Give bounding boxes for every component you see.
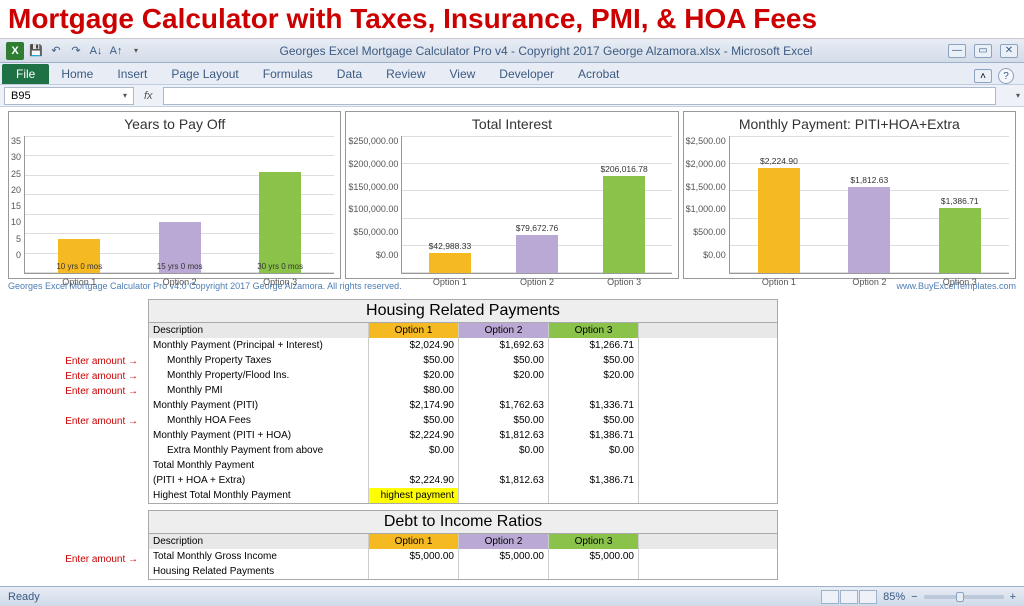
tab-review[interactable]: Review: [374, 64, 437, 84]
table-row[interactable]: Monthly Payment (Principal + Interest)$2…: [149, 338, 777, 353]
housing-payments-table: Housing Related Payments DescriptionOpti…: [148, 299, 778, 504]
table-title: Debt to Income Ratios: [149, 511, 777, 534]
zoom-in-button[interactable]: +: [1010, 591, 1016, 603]
status-bar: Ready 85% − +: [0, 586, 1024, 606]
page-layout-view-button[interactable]: [840, 590, 858, 604]
save-icon[interactable]: 💾: [28, 43, 44, 59]
enter-amount-hint: [38, 444, 138, 459]
enter-amount-hint: [38, 459, 138, 474]
enter-amount-hint: [38, 339, 138, 354]
zoom-out-button[interactable]: −: [911, 591, 917, 603]
enter-amount-hint: [38, 429, 138, 444]
fx-icon[interactable]: fx: [138, 90, 159, 102]
sort-desc-icon[interactable]: A↑: [108, 43, 124, 59]
table-row[interactable]: (PITI + HOA + Extra)$2,224.90$1,812.63$1…: [149, 473, 777, 488]
column-header: Option 3: [549, 534, 639, 549]
table-row[interactable]: Highest Total Monthly Paymenthighest pay…: [149, 488, 777, 503]
table-row[interactable]: Monthly Property Taxes$50.00$50.00$50.00: [149, 353, 777, 368]
table-row[interactable]: Housing Related Payments: [149, 564, 777, 579]
ribbon-tabs: File HomeInsertPage LayoutFormulasDataRe…: [0, 63, 1024, 85]
enter-amount-hint: Enter amount →: [38, 552, 138, 567]
formula-bar-row: B95▾ fx ▾: [0, 85, 1024, 107]
page-banner: Mortgage Calculator with Taxes, Insuranc…: [0, 0, 1024, 39]
sort-asc-icon[interactable]: A↓: [88, 43, 104, 59]
page-break-view-button[interactable]: [859, 590, 877, 604]
table-row[interactable]: Total Monthly Payment: [149, 458, 777, 473]
enter-amount-hint: Enter amount →: [38, 369, 138, 384]
chart-title: Years to Pay Off: [9, 112, 340, 136]
table-row[interactable]: Monthly Payment (PITI + HOA)$2,224.90$1,…: [149, 428, 777, 443]
column-header: Option 2: [459, 323, 549, 338]
file-tab[interactable]: File: [2, 64, 49, 84]
enter-amount-hint: [38, 489, 138, 504]
table-row[interactable]: Extra Monthly Payment from above$0.00$0.…: [149, 443, 777, 458]
status-ready: Ready: [8, 591, 40, 603]
formula-bar[interactable]: [163, 87, 996, 105]
enter-amount-hint: Enter amount →: [38, 384, 138, 399]
restore-button[interactable]: ▭: [974, 44, 992, 58]
enter-amount-hint: Enter amount →: [38, 354, 138, 369]
enter-amount-hint: Enter amount →: [38, 414, 138, 429]
redo-icon[interactable]: ↷: [68, 43, 84, 59]
enter-amount-hint: [38, 399, 138, 414]
chart-title: Total Interest: [346, 112, 677, 136]
enter-amount-hint: [38, 567, 138, 581]
qat-dropdown-icon[interactable]: ▾: [128, 43, 144, 59]
formula-expand-icon[interactable]: ▾: [1016, 91, 1020, 100]
excel-logo-icon: X: [6, 42, 24, 60]
column-header: Option 1: [369, 534, 459, 549]
debt-income-table: Debt to Income Ratios DescriptionOption …: [148, 510, 778, 580]
tab-developer[interactable]: Developer: [487, 64, 566, 84]
column-header: Description: [149, 323, 369, 338]
table-row[interactable]: Monthly Payment (PITI)$2,174.90$1,762.63…: [149, 398, 777, 413]
table-row[interactable]: Monthly Property/Flood Ins.$20.00$20.00$…: [149, 368, 777, 383]
column-header: Option 3: [549, 323, 639, 338]
worksheet-area[interactable]: Years to Pay Off3530252015105010 yrs 0 m…: [0, 107, 1024, 581]
tab-page-layout[interactable]: Page Layout: [159, 64, 250, 84]
table-row[interactable]: Monthly HOA Fees$50.00$50.00$50.00: [149, 413, 777, 428]
table-row[interactable]: Total Monthly Gross Income$5,000.00$5,00…: [149, 549, 777, 564]
undo-icon[interactable]: ↶: [48, 43, 64, 59]
zoom-slider[interactable]: [924, 595, 1004, 599]
minimize-button[interactable]: —: [948, 44, 966, 58]
tab-acrobat[interactable]: Acrobat: [566, 64, 631, 84]
zoom-level[interactable]: 85%: [883, 591, 905, 603]
ribbon-minimize-button[interactable]: ˄: [974, 69, 992, 83]
name-box[interactable]: B95▾: [4, 87, 134, 105]
chart: Years to Pay Off3530252015105010 yrs 0 m…: [8, 111, 341, 279]
tab-view[interactable]: View: [438, 64, 488, 84]
enter-amount-hint: [38, 474, 138, 489]
column-header: Option 1: [369, 323, 459, 338]
chart: Monthly Payment: PITI+HOA+Extra$2,500.00…: [683, 111, 1016, 279]
help-icon[interactable]: ?: [998, 68, 1014, 84]
table-row[interactable]: Monthly PMI$80.00: [149, 383, 777, 398]
close-button[interactable]: ✕: [1000, 44, 1018, 58]
chart-title: Monthly Payment: PITI+HOA+Extra: [684, 112, 1015, 136]
tab-insert[interactable]: Insert: [105, 64, 159, 84]
tab-formulas[interactable]: Formulas: [251, 64, 325, 84]
chart: Total Interest$250,000.00$200,000.00$150…: [345, 111, 678, 279]
tab-data[interactable]: Data: [325, 64, 374, 84]
tab-home[interactable]: Home: [49, 64, 105, 84]
column-header: Description: [149, 534, 369, 549]
window-title: Georges Excel Mortgage Calculator Pro v4…: [148, 44, 944, 58]
table-title: Housing Related Payments: [149, 300, 777, 323]
column-header: Option 2: [459, 534, 549, 549]
normal-view-button[interactable]: [821, 590, 839, 604]
quick-access-toolbar: X 💾 ↶ ↷ A↓ A↑ ▾ Georges Excel Mortgage C…: [0, 39, 1024, 63]
